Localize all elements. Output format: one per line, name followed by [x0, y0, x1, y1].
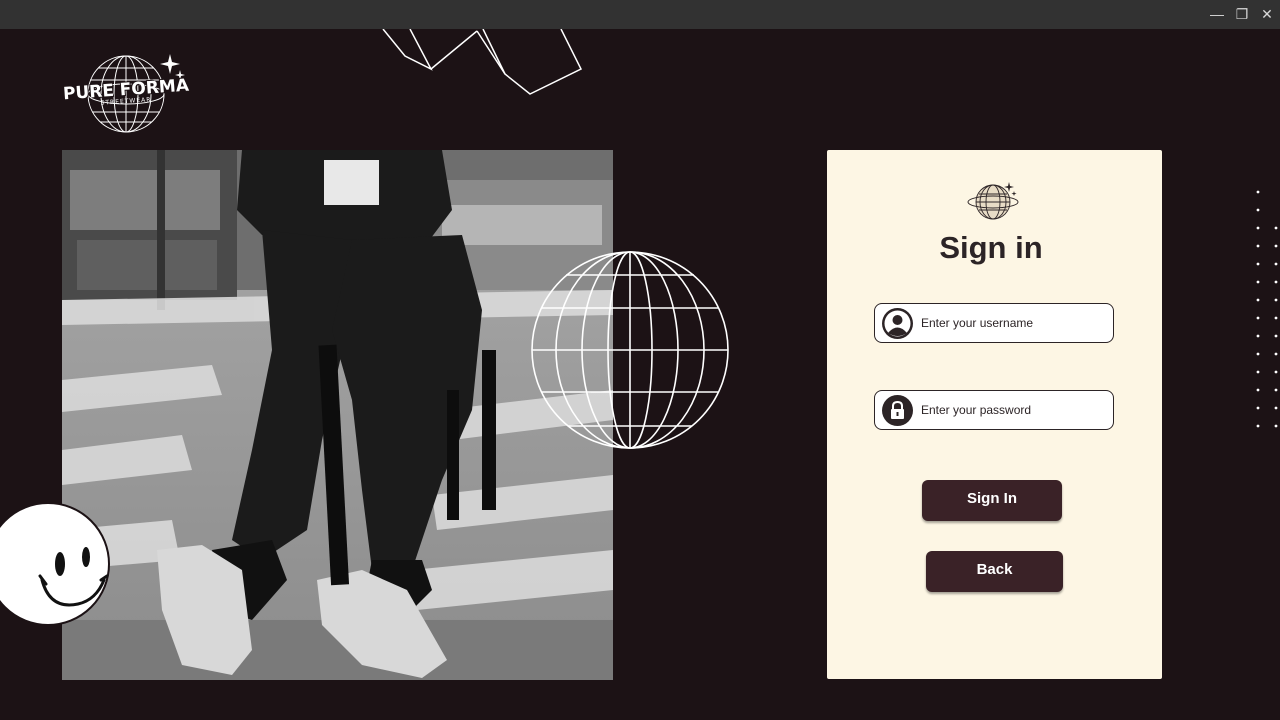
dots-pattern-icon [1256, 190, 1278, 428]
smiley-face-icon [0, 502, 110, 626]
cube-decoration-icon [382, 29, 583, 95]
password-input[interactable] [921, 397, 1107, 423]
brand-logo: PURE FORMA STREETWEAR [60, 50, 192, 138]
minimize-button[interactable]: — [1207, 5, 1227, 23]
signin-button[interactable]: Sign In [922, 480, 1062, 521]
signin-title: Sign in [939, 230, 1043, 265]
username-field [874, 303, 1114, 343]
close-button[interactable]: ✕ [1257, 5, 1277, 23]
globe-wireframe-icon [531, 251, 729, 449]
back-button[interactable]: Back [926, 551, 1063, 592]
lock-icon [882, 395, 913, 426]
signin-card: Sign in Sign In Back [827, 150, 1162, 679]
username-input[interactable] [921, 310, 1107, 336]
maximize-button[interactable]: ❐ [1232, 5, 1252, 23]
password-field [874, 390, 1114, 430]
card-globe-icon [967, 182, 1019, 220]
user-icon [882, 308, 913, 339]
window-titlebar: — ❐ ✕ [0, 0, 1280, 29]
